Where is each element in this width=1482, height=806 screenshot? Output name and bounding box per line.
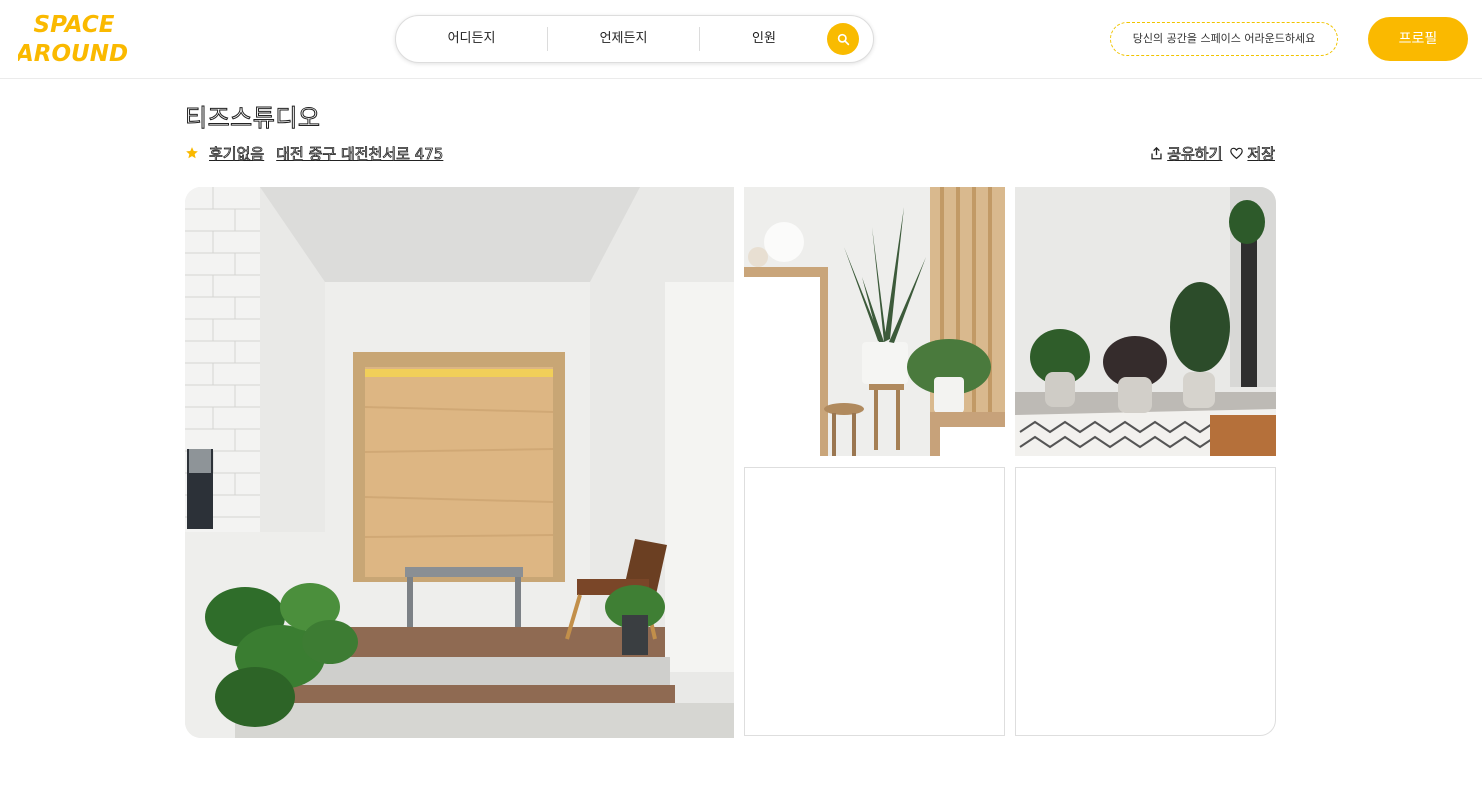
star-icon <box>186 147 198 159</box>
main-photo[interactable] <box>185 187 734 738</box>
search-guests[interactable]: 인원 <box>700 16 828 62</box>
listing-meta: 후기없음 대전 중구 대전천서로 475 <box>185 143 444 164</box>
share-label: 공유하기 <box>1167 144 1223 163</box>
share-icon <box>1151 146 1162 159</box>
photo-plants-1-image <box>744 187 1005 456</box>
listing-actions: 공유하기 저장 <box>1150 143 1275 163</box>
search-when[interactable]: 언제든지 <box>548 16 699 62</box>
top-header: SPACE AROUND 어디든지 언제든지 인원 당신의 공간을 스페이스 어… <box>0 0 1482 79</box>
save-label: 저장 <box>1247 144 1275 163</box>
search-icon <box>837 33 849 45</box>
share-button[interactable]: 공유하기 <box>1150 143 1223 164</box>
photo-gallery <box>185 187 1276 738</box>
listing-title: 티즈스튜디오 <box>184 104 321 133</box>
brand-logo[interactable]: SPACE AROUND <box>14 8 128 68</box>
photo-plants-2[interactable] <box>1015 187 1276 456</box>
save-button[interactable]: 저장 <box>1230 143 1275 164</box>
host-cta-button[interactable]: 당신의 공간을 스페이스 어라운드하세요 <box>1110 22 1338 56</box>
profile-button[interactable]: 프로필 <box>1368 17 1468 61</box>
photo-plants-1[interactable] <box>744 187 1005 456</box>
photo-empty-2[interactable] <box>1015 467 1276 736</box>
heart-icon <box>1230 147 1244 159</box>
search-bar[interactable]: 어디든지 언제든지 인원 <box>395 15 874 63</box>
photo-plants-2-image <box>1015 187 1276 456</box>
brand-logo-image: SPACE AROUND <box>14 12 128 67</box>
brand-logo-line1: SPACE <box>34 12 115 38</box>
search-where[interactable]: 어디든지 <box>396 16 547 62</box>
review-link[interactable]: 후기없음 <box>209 143 265 164</box>
address-link[interactable]: 대전 중구 대전천서로 475 <box>276 143 444 164</box>
search-button[interactable] <box>827 23 859 55</box>
photo-empty-1[interactable] <box>744 467 1005 736</box>
main-photo-image <box>185 187 734 738</box>
brand-logo-line2: AROUND <box>18 41 128 67</box>
